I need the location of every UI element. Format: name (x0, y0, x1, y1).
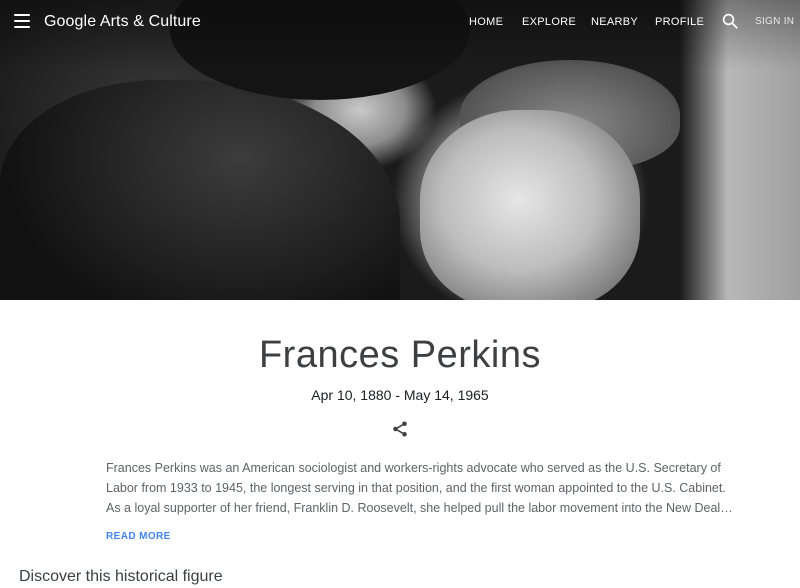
share-icon[interactable] (391, 420, 409, 438)
description-line: Labor from 1933 to 1945, the longest ser… (106, 481, 726, 495)
hero-figure-coat (0, 80, 400, 300)
page-title: Frances Perkins (258, 334, 542, 376)
nav-profile[interactable]: PROFILE (655, 16, 704, 28)
figure-description: Frances Perkins was an American sociolog… (106, 458, 733, 518)
description-line: As a loyal supporter of her friend, Fran… (106, 501, 733, 515)
search-icon[interactable] (721, 12, 739, 30)
top-navigation-bar: Google Arts & Culture HOME EXPLORE NEARB… (0, 0, 800, 44)
read-more-link[interactable]: READ MORE (106, 531, 171, 542)
menu-icon[interactable] (14, 14, 30, 28)
sign-in-link[interactable]: SIGN IN (755, 16, 794, 27)
life-dates: Apr 10, 1880 - May 14, 1965 (311, 387, 489, 403)
hero-image (0, 0, 800, 300)
nav-home[interactable]: HOME (469, 16, 503, 28)
nav-nearby[interactable]: NEARBY (591, 16, 638, 28)
description-line: Frances Perkins was an American sociolog… (106, 461, 721, 475)
discover-section-title: Discover this historical figure (19, 568, 223, 585)
hero-figure-face (420, 110, 640, 300)
brand-logo[interactable]: Google Arts & Culture (44, 13, 201, 31)
nav-explore[interactable]: EXPLORE (522, 16, 576, 28)
